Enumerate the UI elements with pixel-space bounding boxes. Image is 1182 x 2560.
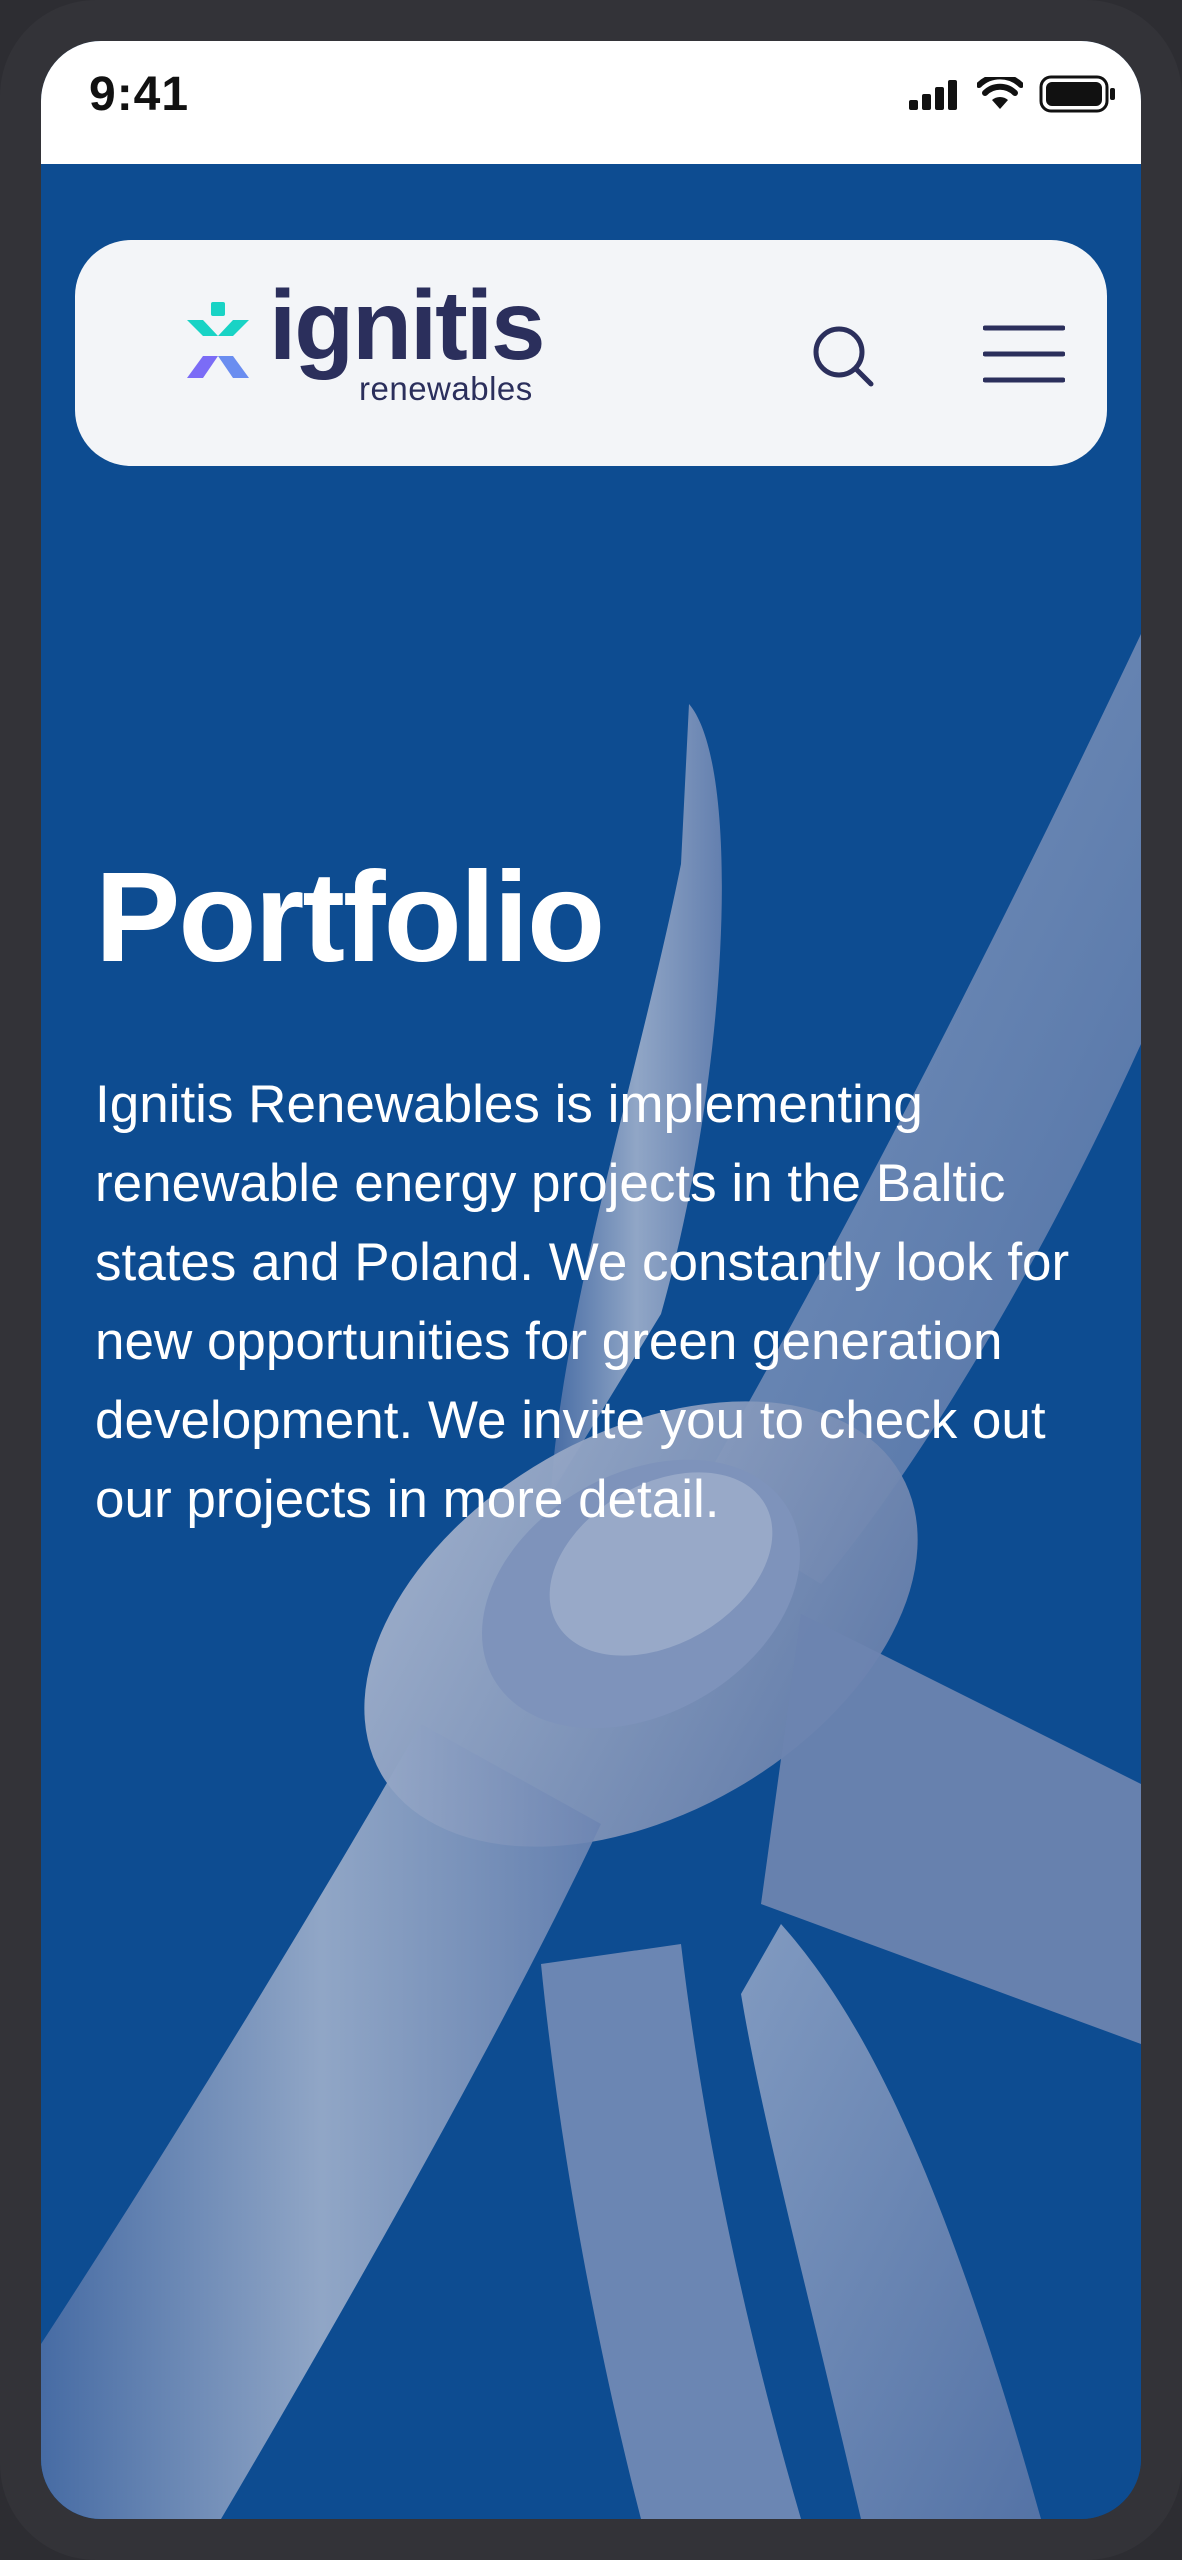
menu-button[interactable] [982, 324, 1066, 384]
phone-frame: 9:41 ignitis renewables Portfolio Igniti… [0, 0, 1182, 2560]
status-bar: 9:41 [41, 41, 1141, 164]
logo-wordmark: ignitis [269, 270, 546, 380]
search-icon [813, 326, 874, 387]
ignitis-logo[interactable]: ignitis renewables [185, 276, 565, 422]
screen: 9:41 ignitis renewables Portfolio Igniti… [41, 41, 1141, 2519]
logo-subtitle: renewables [359, 370, 533, 407]
wifi-icon [977, 77, 1023, 109]
hero-description: Ignitis Renewables is implementing renew… [95, 1075, 1070, 1529]
status-icons [909, 75, 1117, 113]
status-time: 9:41 [89, 68, 190, 121]
search-button[interactable] [811, 324, 879, 392]
cellular-signal-icon [909, 80, 957, 110]
hamburger-menu-icon [982, 325, 1066, 383]
battery-icon [1039, 75, 1115, 113]
logo-mark-icon [187, 302, 249, 378]
site-header: ignitis renewables [75, 240, 1107, 466]
page-title: Portfolio [95, 846, 605, 989]
